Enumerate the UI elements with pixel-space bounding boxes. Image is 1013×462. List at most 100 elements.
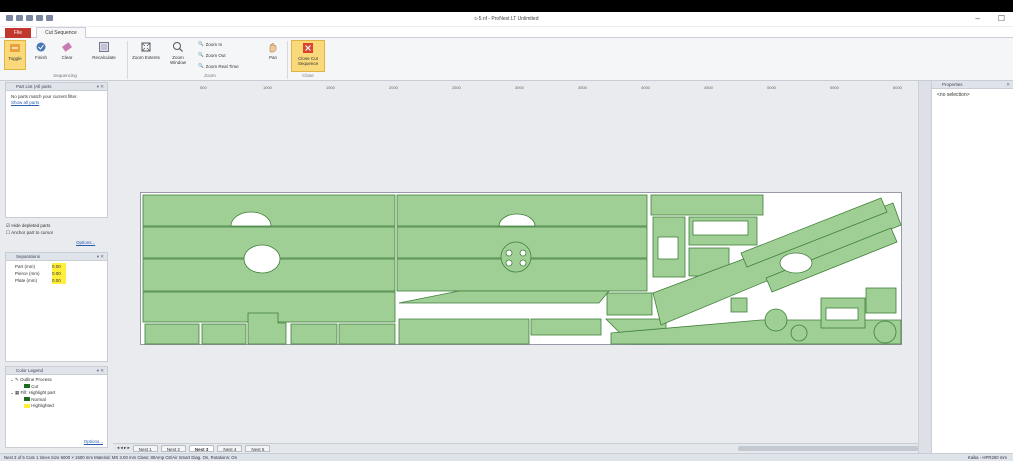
nest-part[interactable] (764, 308, 788, 332)
zoom-out-button[interactable]: 🔍 Zoom Out (198, 52, 226, 58)
part-cutout (825, 307, 859, 321)
nest-parts-drawing[interactable] (141, 193, 903, 346)
close-cut-sequence-button[interactable]: Close Cut Sequence (291, 40, 325, 72)
nest-part[interactable] (144, 323, 200, 345)
separation-value[interactable]: 0.00 (52, 263, 66, 270)
separation-value[interactable]: 0.00 (52, 277, 66, 284)
tab-nest-3[interactable]: Nest 3 (188, 444, 215, 452)
pin-icon[interactable]: ✕ (1006, 81, 1010, 89)
checkbox-icon[interactable]: ☐ (6, 230, 10, 235)
nest-part[interactable] (606, 292, 653, 316)
right-collapsed-bar[interactable] (918, 81, 931, 453)
finish-icon (34, 40, 48, 53)
nest-part[interactable] (650, 194, 764, 216)
nest-part[interactable] (790, 324, 808, 342)
title-bar: c-5.nf - ProNest LT Unlimited – ☐ (0, 12, 1013, 27)
clear-button[interactable]: Clear (56, 40, 78, 70)
ribbon: Toggle Finish Clear Recalculate Sequenci… (0, 38, 1013, 81)
minimize-button[interactable]: – (975, 14, 979, 23)
nest-part[interactable] (530, 318, 602, 336)
hide-depleted-row[interactable]: ☑ Hide depleted parts (6, 222, 53, 229)
ruler-tick-label: 5000 (767, 85, 777, 90)
recalculate-button[interactable]: Recalculate (86, 40, 122, 70)
ruler-svg: 500 1000 1500 2000 2500 3000 3500 4000 4500 5000 5… (200, 85, 903, 90)
tab-nest-4[interactable]: Nest 4 (217, 444, 243, 452)
anchor-part-label: Anchor part to cursor (11, 230, 54, 235)
part-list-title: Part List (All parts (16, 84, 52, 89)
horizontal-ruler: 500 1000 1500 2000 2500 3000 3500 4000 4500 5000 5… (140, 84, 910, 91)
part-list-panel: Part List (All parts ▾ ✕ No parts match y… (5, 82, 108, 218)
separations-panel: Separations ▾ ✕ Part (mm) 0.00 Pierce (mm)… (5, 252, 108, 362)
finish-button[interactable]: Finish (30, 40, 52, 70)
tab-nest-1[interactable]: Nest 1 (132, 444, 158, 452)
ribbon-tabs: File Cut Sequence (0, 27, 1013, 38)
zoom-realtime-button[interactable]: 🔍 Zoom Real Time (198, 63, 239, 69)
nest-part[interactable] (398, 290, 610, 304)
nest-part[interactable] (500, 241, 532, 273)
close-cut-sequence-label: Close Cut Sequence (297, 56, 319, 66)
window-title: c-5.nf - ProNest LT Unlimited (474, 16, 539, 22)
eraser-icon (60, 40, 74, 53)
tab-nest-2[interactable]: Nest 2 (160, 444, 186, 452)
part-list-header: Part List (All parts ▾ ✕ (6, 83, 107, 91)
nest-part[interactable] (873, 320, 897, 344)
tab-cut-sequence[interactable]: Cut Sequence (36, 27, 86, 38)
hand-icon (266, 40, 280, 53)
separation-label: Pierce (mm) (15, 271, 40, 276)
zoom-extents-label: Zoom Extents (132, 55, 160, 60)
pin-icon[interactable]: ▾ ✕ (97, 253, 104, 261)
color-legend-panel: Color Legend ▾ ✕ ⌄ ✎ Outline Process Cut … (5, 366, 108, 448)
zoom-window-button[interactable]: Zoom Window (164, 40, 192, 70)
separation-value[interactable]: 0.00 (52, 270, 66, 277)
zoom-out-label: Zoom Out (205, 52, 226, 58)
zoom-in-button[interactable]: 🔍 Zoom In (198, 41, 222, 47)
ruler-tick-label: 2000 (389, 85, 399, 90)
nest-part[interactable] (201, 323, 247, 345)
color-swatch (24, 403, 30, 408)
separation-row: Part (mm) 0.00 (10, 263, 103, 270)
ribbon-separator (127, 41, 128, 79)
maximize-button[interactable]: ☐ (998, 14, 1005, 23)
nest-part[interactable] (338, 323, 396, 345)
ruler-tick-label: 3500 (578, 85, 588, 90)
nest-part[interactable] (290, 323, 338, 345)
horizontal-scrollbar[interactable] (738, 445, 918, 451)
zoom-extents-button[interactable]: Zoom Extents (132, 40, 160, 70)
pin-icon[interactable]: ▾ ✕ (97, 367, 104, 375)
nest-sheet[interactable] (140, 192, 902, 345)
legend-tree: ⌄ ✎ Outline Process Cut ⌄ ▦ Fill: Highli… (6, 375, 107, 412)
ruler-tick-label: 1000 (263, 85, 273, 90)
nest-part[interactable] (865, 287, 897, 314)
tab-file[interactable]: File (5, 28, 31, 38)
pin-icon[interactable]: ▾ ✕ (97, 83, 104, 91)
pan-button[interactable]: Pan (262, 40, 284, 70)
legend-label: Cut (31, 383, 39, 389)
toggle-icon (8, 41, 22, 54)
part-cutout (505, 259, 513, 267)
part-list-body: No parts match your current filter. Show… (6, 91, 107, 109)
show-all-parts-link[interactable]: Show all parts (11, 100, 102, 106)
zoom-window-icon (171, 40, 185, 53)
tab-nest-5[interactable]: Nest 5 (245, 444, 271, 452)
recalculate-label: Recalculate (92, 55, 116, 60)
part-list-options-link[interactable]: Options... (76, 240, 95, 245)
nest-part[interactable] (730, 297, 748, 313)
part-cutout (519, 249, 527, 257)
group-zoom-label: Zoom (204, 73, 216, 78)
separation-label: Plate (mm) (15, 278, 38, 283)
legend-options-link[interactable]: Options... (84, 439, 103, 444)
part-cutout (779, 252, 813, 274)
screen-top-bar (0, 0, 1013, 12)
zoom-in-label: Zoom In (205, 41, 223, 47)
nav-arrows-icon[interactable]: ◂ ◂ ▸ ▸ (117, 445, 130, 451)
pan-label: Pan (268, 55, 277, 60)
toggle-button[interactable]: Toggle (4, 40, 26, 70)
nest-tab-strip: ◂ ◂ ▸ ▸ Nest 1 Nest 2 Nest 3 Nest 4 Nest… (113, 443, 918, 452)
window-controls: – ☐ (975, 14, 1005, 23)
recalculate-icon (97, 40, 111, 53)
part-cutout (505, 249, 513, 257)
color-legend-title: Color Legend (16, 368, 44, 373)
nest-part[interactable] (398, 318, 530, 345)
anchor-part-row[interactable]: ☐ Anchor part to cursor (6, 229, 53, 236)
checkbox-checked-icon[interactable]: ☑ (6, 223, 10, 228)
